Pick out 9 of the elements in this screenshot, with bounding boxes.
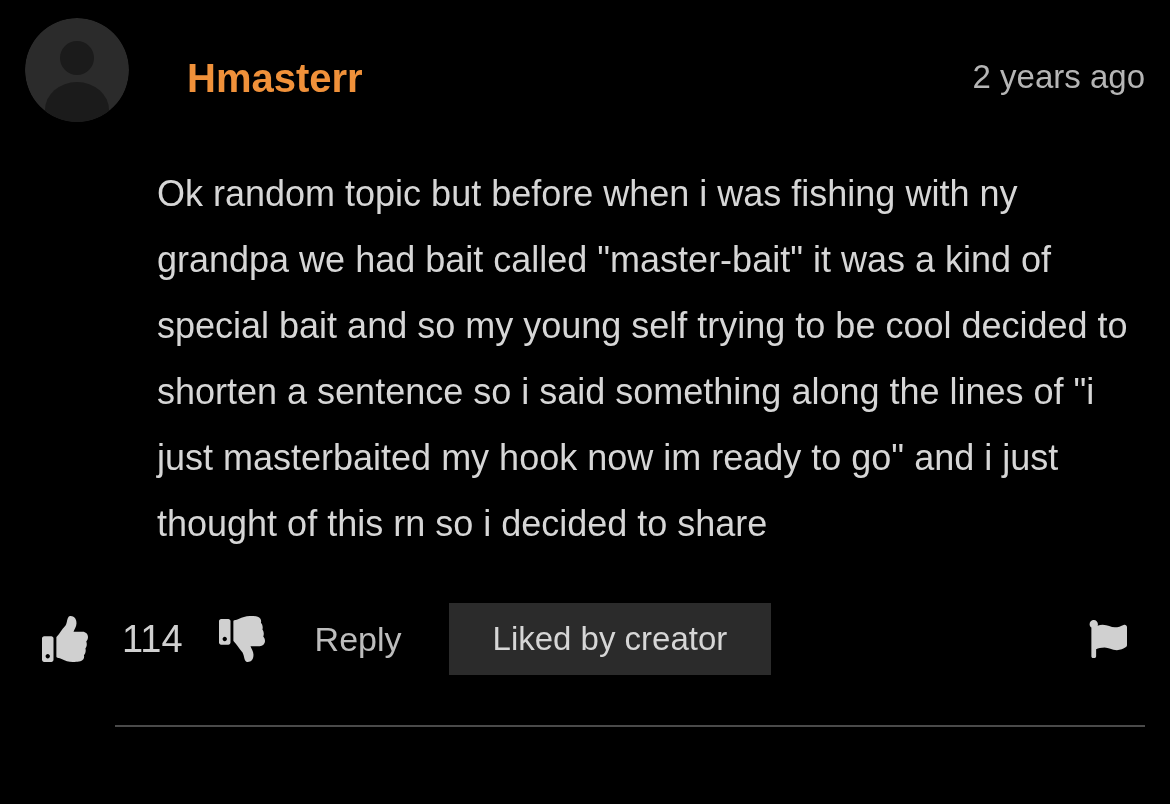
thumbs-down-icon[interactable]: [218, 616, 265, 662]
comment-text: Ok random topic but before when i was fishing with ny grandpa we had bait called "master-bait" it was a kind of special bait and so my young self trying to be cool decided to shorten a sentence so i said something along the lines of "i just masterbaited my hook now im ready to go" and i just thought of this rn so i decided to share: [157, 172, 1129, 546]
reply-link[interactable]: Reply: [314, 619, 402, 659]
liked-by-creator-badge: Liked by creator: [448, 603, 772, 675]
thumbs-up-icon[interactable]: [42, 616, 88, 662]
timestamp: 2 years ago: [972, 58, 1145, 96]
like-count: 114: [122, 617, 183, 661]
flag-icon[interactable]: [1089, 620, 1127, 658]
username[interactable]: Hmasterr: [187, 56, 363, 101]
